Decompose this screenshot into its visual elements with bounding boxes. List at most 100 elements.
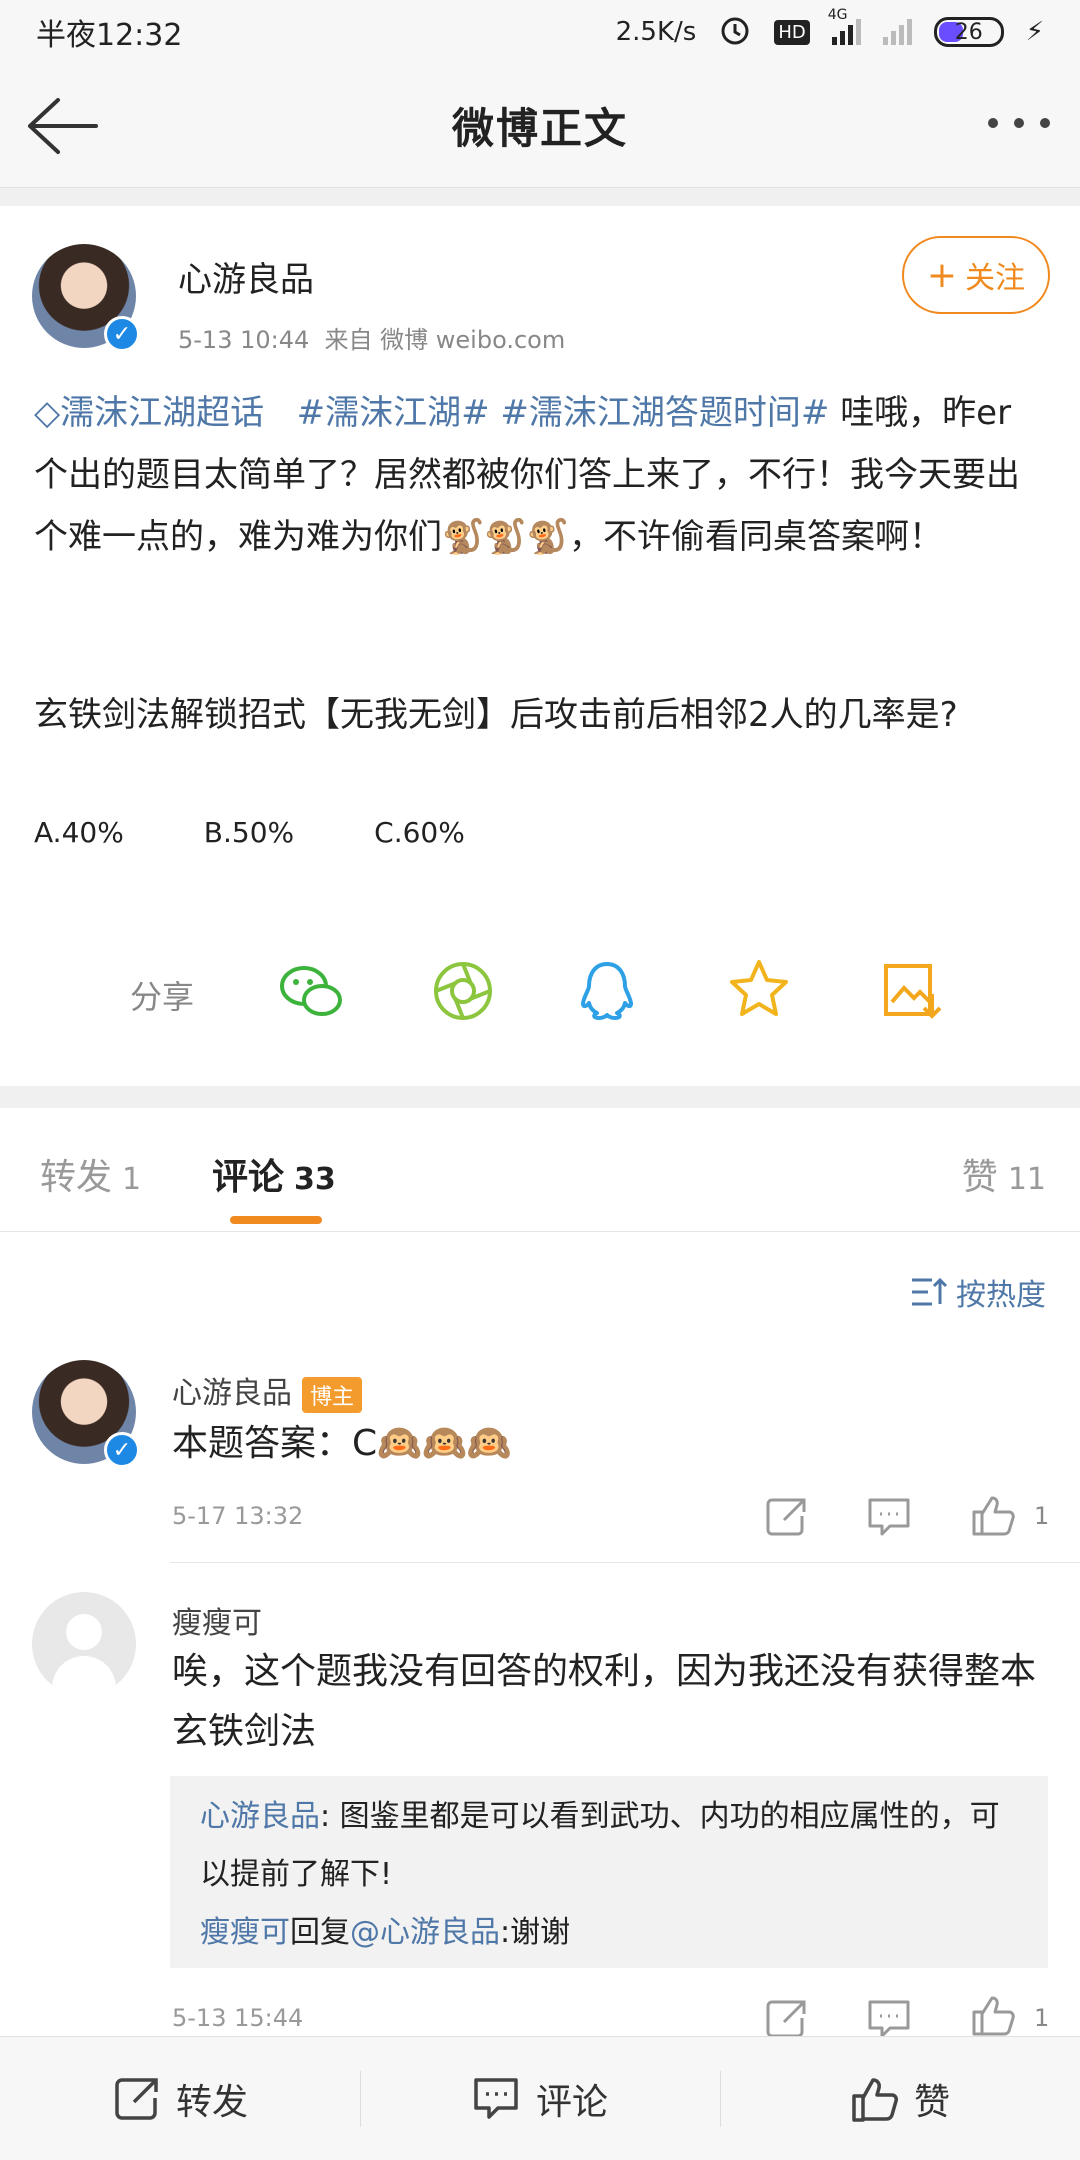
- like-button[interactable]: 赞: [720, 2037, 1080, 2160]
- active-tab-indicator: [230, 1216, 322, 1224]
- signal-2-icon: [882, 19, 912, 45]
- commenter-name-text: 心游良品: [172, 1376, 292, 1411]
- separator: [0, 1086, 1080, 1108]
- sort-button[interactable]: 按热度: [910, 1270, 1046, 1314]
- diamond-icon: ◇: [34, 393, 61, 433]
- verified-icon: ✓: [104, 1432, 140, 1468]
- tab-label: 转发: [40, 1157, 113, 1198]
- post-meta: 5-13 10:44 来自 微博 weibo.com: [178, 320, 565, 355]
- option-c: C.60%: [374, 816, 465, 849]
- plus-icon: +: [926, 254, 958, 296]
- alarm-icon: [718, 12, 752, 53]
- comment-icon[interactable]: [866, 1998, 912, 2040]
- hashtag-link[interactable]: #濡沫江湖答题时间#: [500, 393, 829, 433]
- author-badge: 博主: [302, 1376, 363, 1413]
- commenter-name[interactable]: 瘦瘦可: [172, 1598, 262, 1642]
- avatar-body: [52, 1656, 116, 1696]
- battery-icon: 26: [933, 17, 1004, 47]
- emoji-icon: 🐒🐒🐒: [442, 517, 570, 557]
- author-avatar[interactable]: ✓: [32, 244, 140, 352]
- page-title: 微博正文: [451, 104, 628, 153]
- dot-icon: [1014, 118, 1024, 128]
- repost-icon[interactable]: [762, 1496, 808, 1538]
- commenter-name[interactable]: 心游良品 博主: [172, 1368, 363, 1413]
- network-speed: 2.5K/s: [615, 17, 697, 47]
- share-row: 分享: [0, 926, 1080, 1056]
- verified-icon: ✓: [104, 316, 140, 352]
- mention-link[interactable]: @心游良品: [350, 1915, 500, 1950]
- sort-icon: [912, 1277, 948, 1306]
- reply-thread[interactable]: 心游良品: 图鉴里都是可以看到武功、内功的相应属性的，可以提前了解下! 瘦瘦可回…: [170, 1776, 1048, 1968]
- like-icon[interactable]: [970, 1494, 1016, 1536]
- tab-count: 33: [294, 1162, 336, 1197]
- emoji-icon: 🙉🙉🙉: [377, 1423, 512, 1464]
- answer-options: A.40% B.50% C.60%: [34, 816, 465, 849]
- like-count: 1: [1034, 1502, 1050, 1530]
- post-question: 玄铁剑法解锁招式【无我无剑】后攻击前后相邻2人的几率是?: [34, 695, 958, 735]
- dot-icon: [1040, 118, 1050, 128]
- tab-likes[interactable]: 赞 11: [962, 1148, 1046, 1200]
- signal-icon: 4G: [828, 7, 861, 45]
- hashtag-link[interactable]: #濡沫江湖#: [297, 393, 490, 433]
- nav-bar: 微博正文: [0, 64, 1080, 188]
- option-a: A.40%: [34, 816, 124, 849]
- repost-icon[interactable]: [762, 1998, 808, 2040]
- weibo-post: ✓ 心游良品 5-13 10:44 来自 微博 weibo.com + 关注 ◇…: [0, 206, 1080, 1086]
- tab-count: 11: [1007, 1162, 1046, 1197]
- divider: [170, 1562, 1080, 1563]
- like-label: 赞: [913, 2081, 950, 2123]
- post-time: 5-13 10:44: [178, 326, 310, 354]
- default-avatar-icon[interactable]: [32, 1592, 136, 1696]
- follow-button[interactable]: + 关注: [902, 236, 1050, 314]
- reply-author-link[interactable]: 瘦瘦可: [200, 1915, 290, 1950]
- comment-time: 5-17 13:32: [172, 1502, 304, 1530]
- super-topic-link[interactable]: ◇濡沫江湖超话: [34, 393, 264, 433]
- arrow-left-icon: [28, 98, 98, 154]
- status-bar: 半夜12:32 2.5K/s HD 4G 26 ⚡: [0, 0, 1080, 64]
- author-name[interactable]: 心游良品: [178, 252, 314, 301]
- save-image-icon[interactable]: [876, 956, 946, 1026]
- qq-icon[interactable]: [572, 956, 642, 1026]
- tab-comments[interactable]: 评论 33: [212, 1148, 336, 1200]
- like-icon[interactable]: [970, 1994, 1016, 2036]
- comment-label: 评论: [535, 2081, 608, 2123]
- charging-icon: ⚡: [1025, 17, 1044, 47]
- wechat-icon[interactable]: [276, 956, 346, 1026]
- bottom-action-bar: 转发 评论 赞: [0, 2036, 1080, 2160]
- post-body: ◇濡沫江湖超话 #濡沫江湖# #濡沫江湖答题时间# 哇哦，昨er个出的题目太简单…: [34, 382, 1044, 568]
- avatar-head: [66, 1614, 102, 1650]
- comment-time: 5-13 15:44: [172, 2004, 304, 2032]
- repost-icon: [115, 2077, 158, 2120]
- follow-label: 关注: [965, 261, 1026, 296]
- reply-text: : 图鉴里都是可以看到武功、内功的相应属性的，可以提前了解下!: [200, 1799, 1000, 1892]
- tab-label: 评论: [212, 1157, 285, 1198]
- status-indicators: 2.5K/s HD 4G 26 ⚡: [615, 7, 1044, 53]
- option-b: B.50%: [203, 816, 295, 849]
- back-button[interactable]: [24, 96, 104, 156]
- more-options-button[interactable]: [988, 118, 1050, 128]
- tab-count: 1: [122, 1162, 142, 1197]
- moments-icon[interactable]: [428, 956, 498, 1026]
- reply-author-link[interactable]: 心游良品: [200, 1799, 320, 1834]
- commenter-avatar[interactable]: ✓: [32, 1360, 140, 1468]
- comment-button[interactable]: 评论: [360, 2037, 720, 2160]
- comment-text: 唉，这个题我没有回答的权利，因为我还没有获得整本玄铁剑法: [172, 1651, 1037, 1752]
- favorite-star-icon[interactable]: [724, 956, 794, 1026]
- dot-icon: [988, 118, 998, 128]
- post-source: 来自 微博 weibo.com: [324, 326, 566, 354]
- comment-icon: [474, 2077, 518, 2119]
- like-icon: [852, 2077, 898, 2122]
- repost-button[interactable]: 转发: [0, 2037, 360, 2160]
- separator: [0, 188, 1080, 206]
- comment-text-content: 本题答案：C: [172, 1423, 378, 1464]
- status-time: 半夜12:32: [36, 18, 183, 53]
- comment-icon[interactable]: [866, 1496, 912, 1538]
- like-count: 1: [1034, 2004, 1050, 2032]
- tab-repost[interactable]: 转发 1: [40, 1148, 141, 1200]
- post-tabs: 转发 1 评论 33 赞 11: [0, 1108, 1080, 1232]
- sort-label: 按热度: [956, 1278, 1046, 1313]
- post-text-tail: ，不许偷看同桌答案啊！: [569, 517, 944, 557]
- share-label: 分享: [130, 978, 195, 1016]
- network-type: 4G: [827, 7, 848, 23]
- tab-label: 赞: [961, 1157, 998, 1198]
